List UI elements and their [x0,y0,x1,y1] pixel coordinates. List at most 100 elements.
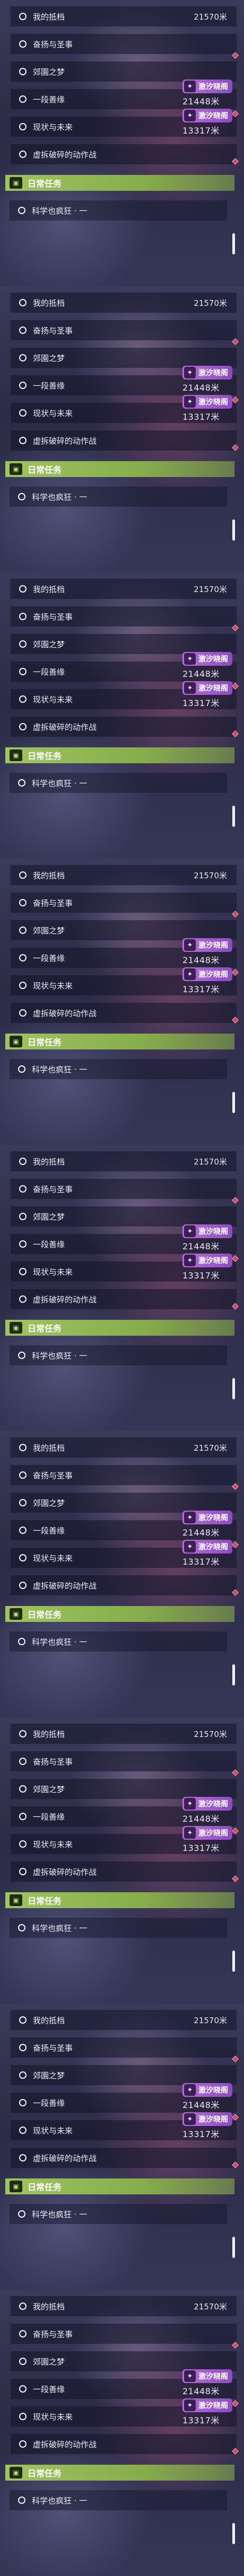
scrollbar-thumb[interactable] [232,1092,235,1113]
quest-row[interactable]: 奋扬与圣事 [10,1465,237,1485]
tracking-tag[interactable]: ✦ 激汐晓阁 [182,938,232,952]
quest-row[interactable]: 奋扬与圣事 [10,2037,237,2058]
quest-radio[interactable] [19,2071,27,2079]
quest-row[interactable]: 我的抵档 21570米 [10,579,237,599]
quest-row[interactable]: 虚拆破碎的动作战 [10,144,237,164]
daily-task-row[interactable]: 科学也疯狂 · 一 [10,200,227,220]
daily-task-header[interactable]: ▣ 日常任务 [5,1320,234,1336]
quest-radio[interactable] [19,40,27,48]
quest-radio[interactable] [19,585,27,593]
quest-radio[interactable] [19,871,27,879]
scrollbar-thumb[interactable] [232,2523,235,2544]
scrollbar-thumb[interactable] [232,1378,235,1399]
quest-radio[interactable] [19,2440,27,2448]
tracking-tag[interactable]: ✦ 激汐晓阁 [182,80,232,93]
scrollbar-thumb[interactable] [232,233,235,254]
scrollbar-thumb[interactable] [232,2237,235,2258]
daily-task-row[interactable]: 科学也疯狂 · 一 [10,2490,227,2510]
quest-radio[interactable] [19,151,27,158]
quest-row[interactable]: 虚拆破碎的动作战 [10,2434,237,2454]
quest-row[interactable]: 奋扬与圣事 [10,1179,237,1199]
quest-radio[interactable] [19,1813,27,1820]
quest-radio[interactable] [19,954,27,961]
daily-task-radio[interactable] [18,779,25,787]
quest-row[interactable]: 郊園之梦 [10,920,237,940]
quest-row[interactable]: 我的抵档 21570米 [10,1724,237,1744]
quest-radio[interactable] [19,1527,27,1534]
quest-radio[interactable] [19,640,27,648]
daily-task-radio[interactable] [18,1924,25,1931]
quest-radio[interactable] [19,1185,27,1193]
quest-radio[interactable] [19,2016,27,2024]
quest-radio[interactable] [19,437,27,444]
tracking-tag[interactable]: ✦ 激汐晓阁 [182,1224,232,1238]
daily-task-radio[interactable] [18,207,25,214]
quest-radio[interactable] [19,1582,27,1589]
quest-row[interactable]: 我的抵档 21570米 [10,1151,237,1171]
daily-task-header[interactable]: ▣ 日常任务 [5,747,234,763]
quest-radio[interactable] [19,2302,27,2310]
scrollbar-thumb[interactable] [232,806,235,827]
quest-row[interactable]: 奋扬与圣事 [10,1751,237,1771]
quest-row[interactable]: 虚拆破碎的动作战 [10,1575,237,1595]
quest-radio[interactable] [19,1213,27,1220]
quest-radio[interactable] [19,95,27,103]
tracking-tag[interactable]: ✦ 激汐晓阁 [182,652,232,666]
daily-task-row[interactable]: 科学也疯狂 · 一 [10,2204,227,2224]
quest-row[interactable]: 我的抵档 21570米 [10,2296,237,2316]
quest-radio[interactable] [19,1868,27,1875]
quest-radio[interactable] [19,1758,27,1765]
quest-radio[interactable] [19,1471,27,1479]
quest-radio[interactable] [19,327,27,334]
quest-row[interactable]: 虚拆破碎的动作战 [10,1862,237,1882]
daily-task-header[interactable]: ▣ 日常任务 [5,1034,234,1049]
daily-task-row[interactable]: 科学也疯狂 · 一 [10,773,227,793]
quest-row[interactable]: 我的抵档 21570米 [10,1437,237,1458]
quest-radio[interactable] [19,382,27,389]
daily-task-header[interactable]: ▣ 日常任务 [5,2465,234,2481]
quest-radio[interactable] [19,2044,27,2051]
tracking-tag[interactable]: ✦ 激汐晓阁 [182,967,232,981]
quest-radio[interactable] [19,409,27,417]
quest-row[interactable]: 郊園之梦 [10,634,237,654]
quest-radio[interactable] [19,1730,27,1737]
quest-radio[interactable] [19,2330,27,2337]
tracking-tag[interactable]: ✦ 激汐晓阁 [182,2369,232,2383]
quest-radio[interactable] [19,123,27,130]
quest-radio[interactable] [19,723,27,730]
tracking-tag[interactable]: ✦ 激汐晓阁 [182,2112,232,2126]
tracking-tag[interactable]: ✦ 激汐晓阁 [182,1254,232,1267]
quest-radio[interactable] [19,2154,27,2162]
tracking-tag[interactable]: ✦ 激汐晓阁 [182,366,232,380]
quest-row[interactable]: 虚拆破碎的动作战 [10,2148,237,2168]
tracking-tag[interactable]: ✦ 激汐晓阁 [182,681,232,695]
quest-radio[interactable] [19,1444,27,1451]
daily-task-radio[interactable] [18,2496,25,2504]
quest-radio[interactable] [19,1554,27,1562]
tracking-tag[interactable]: ✦ 激汐晓阁 [182,395,232,409]
quest-radio[interactable] [19,1009,27,1017]
daily-task-row[interactable]: 科学也疯狂 · 一 [10,1059,227,1079]
quest-row[interactable]: 郊園之梦 [10,348,237,368]
quest-row[interactable]: 郊園之梦 [10,2351,237,2371]
quest-radio[interactable] [19,613,27,620]
quest-row[interactable]: 我的抵档 21570米 [10,865,237,885]
quest-radio[interactable] [19,982,27,989]
quest-radio[interactable] [19,927,27,934]
quest-radio[interactable] [19,668,27,675]
quest-row[interactable]: 虚拆破碎的动作战 [10,1289,237,1309]
scrollbar-thumb[interactable] [232,1664,235,1686]
tracking-tag[interactable]: ✦ 激汐晓阁 [182,1540,232,1554]
quest-radio[interactable] [19,2099,27,2106]
quest-radio[interactable] [19,1158,27,1165]
quest-radio[interactable] [19,2358,27,2365]
scrollbar-thumb[interactable] [232,1951,235,1972]
daily-task-row[interactable]: 科学也疯狂 · 一 [10,1345,227,1365]
quest-radio[interactable] [19,1268,27,1275]
quest-row[interactable]: 奋扬与圣事 [10,2324,237,2344]
quest-row[interactable]: 郊園之梦 [10,1779,237,1799]
quest-radio[interactable] [19,1499,27,1506]
quest-row[interactable]: 郊園之梦 [10,2065,237,2085]
quest-radio[interactable] [19,1295,27,1303]
quest-row[interactable]: 奋扬与圣事 [10,320,237,340]
